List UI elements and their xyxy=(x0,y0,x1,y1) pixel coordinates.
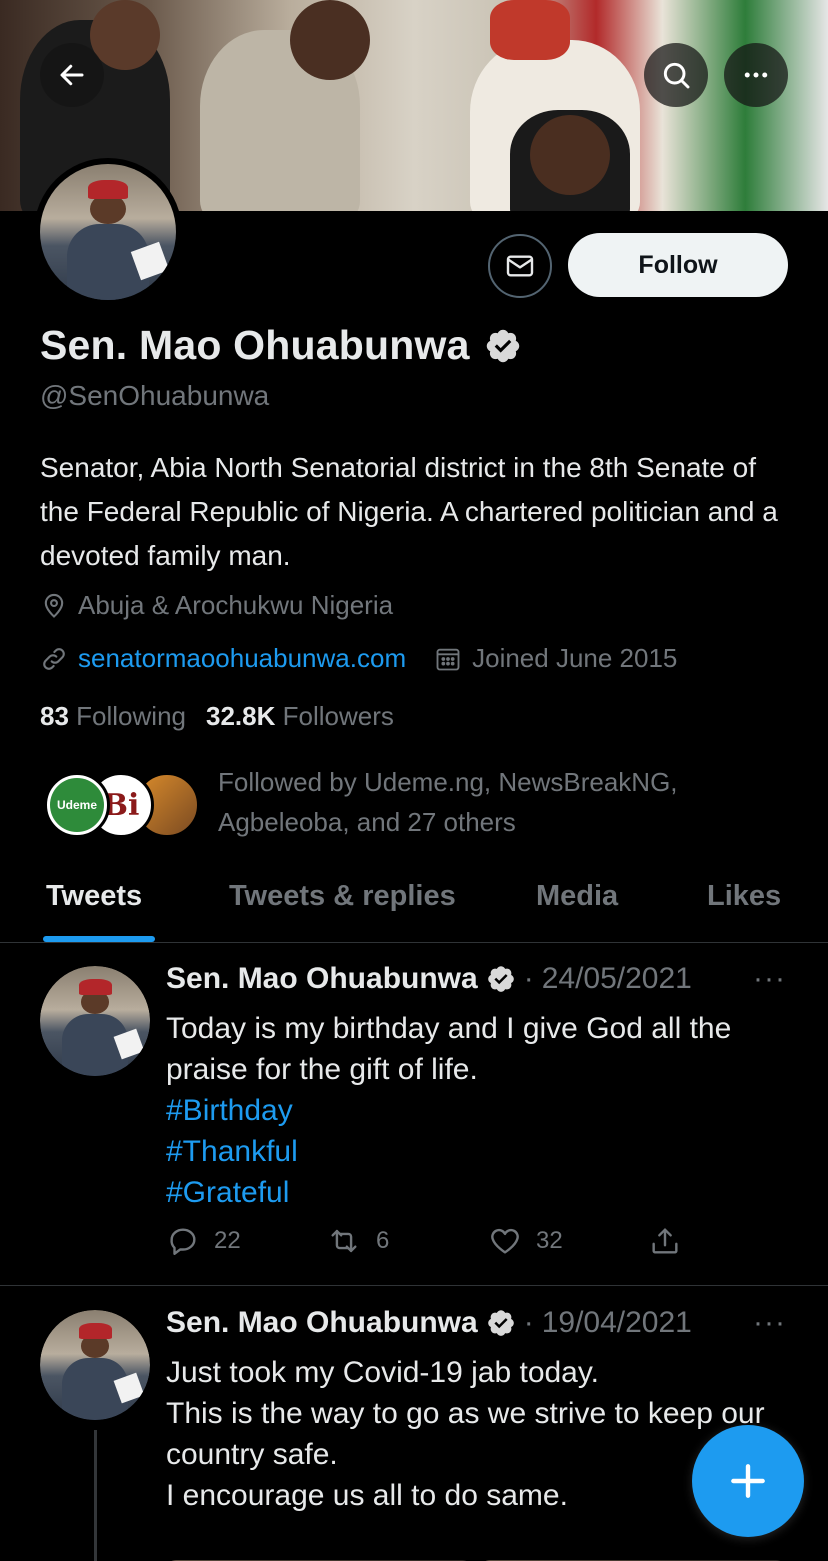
compose-tweet-button[interactable] xyxy=(692,1425,804,1537)
tweet-text-body: Today is my birthday and I give God all … xyxy=(166,1012,732,1086)
profile-handle: @SenOhuabunwa xyxy=(40,380,270,411)
followed-by-avatars[interactable]: Udeme Bi xyxy=(44,772,204,840)
following-link[interactable]: 83 Following xyxy=(40,701,186,732)
retweet-icon xyxy=(331,1229,357,1253)
tweet-more-button[interactable]: ··· xyxy=(753,1306,786,1340)
more-horizontal-icon xyxy=(744,72,768,78)
retweet-button[interactable]: 6 xyxy=(326,1224,389,1258)
hashtag-link[interactable]: #Thankful xyxy=(166,1131,786,1172)
website-link[interactable]: senatormaoohuabunwa.com xyxy=(78,643,406,674)
hashtag-link[interactable]: #Birthday xyxy=(166,1090,786,1131)
tweet-date[interactable]: 19/04/2021 xyxy=(542,1306,692,1340)
following-count: 83 xyxy=(40,701,69,731)
followers-label: Followers xyxy=(282,701,394,731)
followers-count: 32.8K xyxy=(205,701,276,731)
tweet-author[interactable]: Sen. Mao Ohuabunwa xyxy=(166,1306,478,1340)
search-icon xyxy=(663,62,690,89)
tweet-date-separator: · xyxy=(523,1306,534,1339)
reply-icon xyxy=(170,1228,196,1255)
verified-badge-icon xyxy=(486,329,519,362)
tab-media[interactable]: Media xyxy=(536,880,618,913)
like-count: 32 xyxy=(536,1227,563,1254)
profile-meta-row: senatormaoohuabunwa.com Joined June 2015 xyxy=(40,643,677,674)
tweet-line: Just took my Covid-19 jab today. xyxy=(166,1356,599,1389)
tweet[interactable]: Sen. Mao Ohuabunwa · 24/05/2021 ··· Toda… xyxy=(0,944,828,1286)
tweet-line: This is the way to go as we strive to ke… xyxy=(166,1397,765,1471)
follower-avatar: Udeme xyxy=(44,772,110,838)
back-button[interactable] xyxy=(40,43,104,107)
link-icon xyxy=(43,647,65,670)
message-button[interactable] xyxy=(488,234,552,298)
tweet-header: Sen. Mao Ohuabunwa · 19/04/2021 xyxy=(166,1306,692,1340)
active-tab-indicator xyxy=(43,936,155,942)
avatar-image xyxy=(40,966,150,1076)
tweet-avatar[interactable] xyxy=(40,1310,150,1420)
follow-button[interactable]: Follow xyxy=(568,233,788,297)
tweet-author[interactable]: Sen. Mao Ohuabunwa xyxy=(166,962,478,996)
mail-icon xyxy=(506,255,534,277)
share-button[interactable] xyxy=(648,1224,682,1258)
banner-photo-person xyxy=(530,115,610,195)
followers-link[interactable]: 32.8K Followers xyxy=(206,701,394,732)
reply-button[interactable]: 22 xyxy=(166,1224,241,1258)
arrow-left-icon xyxy=(60,64,84,86)
share-icon xyxy=(652,1228,678,1254)
banner-photo-person xyxy=(290,0,370,80)
follow-counts: 83 Following 32.8K Followers xyxy=(40,701,394,732)
tweet-text: Today is my birthday and I give God all … xyxy=(166,1008,786,1213)
tab-likes[interactable]: Likes xyxy=(707,880,781,913)
more-options-button[interactable] xyxy=(724,43,788,107)
tweet-header: Sen. Mao Ohuabunwa · 24/05/2021 xyxy=(166,962,692,996)
search-button[interactable] xyxy=(644,43,708,107)
profile-bio: Senator, Abia North Senatorial district … xyxy=(40,452,778,571)
like-button[interactable]: 32 xyxy=(488,1224,563,1258)
following-label: Following xyxy=(76,701,186,731)
udeme-logo: Udeme xyxy=(50,778,104,832)
tweet[interactable]: Sen. Mao Ohuabunwa · 19/04/2021 ··· Just… xyxy=(0,1288,828,1561)
avatar-image xyxy=(40,1310,150,1420)
location-text: Abuja & Arochukwu Nigeria xyxy=(78,590,394,620)
followed-by-text[interactable]: Followed by Udeme.ng, NewsBreakNG, Agbel… xyxy=(218,762,778,842)
avatar-image xyxy=(40,164,176,300)
joined-date: Joined June 2015 xyxy=(434,643,677,674)
profile-location: Abuja & Arochukwu Nigeria xyxy=(40,590,393,621)
verified-badge-icon xyxy=(487,1310,514,1336)
tweet-actions: 22 6 32 xyxy=(166,1224,706,1264)
banner-photo-person xyxy=(490,0,570,60)
profile-tabs: Tweets Tweets & replies Media Likes xyxy=(0,860,828,943)
profile-name: Sen. Mao Ohuabunwa xyxy=(40,322,470,368)
hashtag-link[interactable]: #Grateful xyxy=(166,1172,786,1213)
tweet-date-separator: · xyxy=(523,962,534,995)
heart-icon xyxy=(491,1228,519,1254)
tab-tweets-replies[interactable]: Tweets & replies xyxy=(229,880,456,913)
tweet-more-button[interactable]: ··· xyxy=(753,962,786,996)
tab-tweets[interactable]: Tweets xyxy=(46,880,142,913)
profile-avatar[interactable] xyxy=(34,158,182,306)
location-pin-icon xyxy=(44,593,64,618)
joined-text: Joined June 2015 xyxy=(472,643,678,673)
plus-icon xyxy=(731,1464,765,1498)
verified-badge-icon xyxy=(487,966,514,992)
reply-count: 22 xyxy=(214,1227,241,1254)
tweet-date[interactable]: 24/05/2021 xyxy=(542,962,692,996)
calendar-icon xyxy=(436,648,460,670)
profile-name-row: Sen. Mao Ohuabunwa xyxy=(40,322,522,369)
thread-line xyxy=(94,1430,97,1561)
tweet-avatar[interactable] xyxy=(40,966,150,1076)
retweet-count: 6 xyxy=(376,1227,390,1254)
